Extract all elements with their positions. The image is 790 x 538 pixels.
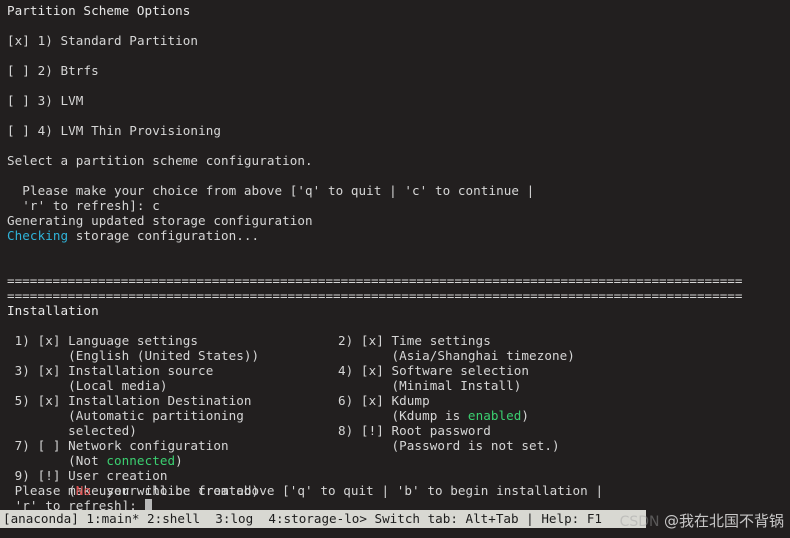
user-status-no: No — [75, 483, 92, 498]
menu-item-installation-destination[interactable]: 5) [x] Installation Destination — [7, 393, 259, 408]
log-checking-keyword: Checking — [7, 228, 69, 243]
partition-option-3[interactable]: [ ] 3) LVM — [0, 93, 790, 108]
installation-menu-right-column[interactable]: 2) [x] Time settings (Asia/Shanghai time… — [338, 333, 575, 453]
partition-option-4[interactable]: [ ] 4) LVM Thin Provisioning — [0, 123, 790, 138]
menu-item-time-settings[interactable]: 2) [x] Time settings — [338, 333, 575, 348]
partition-option-3-label: 3) LVM — [37, 93, 84, 108]
log-checking-rest: storage configuration... — [68, 228, 260, 243]
partition-dialog-title: Partition Scheme Options — [7, 3, 191, 18]
network-status-connected: connected — [106, 453, 176, 468]
menu-item-installation-source-value: (Local media) — [7, 378, 168, 393]
separator-line-top: ========================================… — [7, 273, 743, 288]
partition-option-2-checkbox[interactable]: [ ] — [7, 63, 30, 78]
menu-item-language-settings-value: (English (United States)) — [7, 348, 260, 363]
menu-item-root-password[interactable]: 8) [!] Root password — [338, 423, 575, 438]
kdump-status-enabled: enabled — [467, 408, 522, 423]
partition-option-2-label: 2) Btrfs — [37, 63, 99, 78]
menu-item-time-settings-value: (Asia/Shanghai timezone) — [338, 348, 575, 363]
network-value-prefix: (Not — [7, 453, 107, 468]
menu-item-software-selection[interactable]: 4) [x] Software selection — [338, 363, 575, 378]
separator-line-bottom: ========================================… — [7, 288, 743, 303]
menu-item-network-configuration[interactable]: 7) [ ] Network configuration — [7, 438, 259, 453]
menu-item-network-configuration-value: (Not connected) — [7, 453, 259, 468]
menu-item-installation-source[interactable]: 3) [x] Installation source — [7, 363, 259, 378]
user-value-suffix: user will be created) — [91, 483, 260, 498]
section-title-installation: Installation — [7, 303, 99, 318]
partition-option-1-label: 1) Standard Partition — [37, 33, 199, 48]
partition-prompt-line-2[interactable]: 'r' to refresh]: c — [0, 198, 790, 213]
menu-item-user-creation-value: (No user will be created) — [7, 483, 259, 498]
menu-item-installation-destination-value-2: selected) — [7, 423, 137, 438]
watermark-handle: @我在北国不背锅 — [663, 512, 784, 530]
menu-item-root-password-value: (Password is not set.) — [338, 438, 560, 453]
menu-item-kdump[interactable]: 6) [x] Kdump — [338, 393, 575, 408]
log-line-generating: Generating updated storage configuration — [7, 213, 313, 228]
terminal-output[interactable]: Partition Scheme Options [x] 1) Standard… — [0, 0, 790, 513]
partition-instruction: Select a partition scheme configuration. — [7, 153, 313, 168]
menu-item-kdump-value: (Kdump is enabled) — [338, 408, 575, 423]
installation-menu[interactable]: 1) [x] Language settings (English (Unite… — [0, 333, 790, 498]
installation-menu-left-column[interactable]: 1) [x] Language settings (English (Unite… — [7, 333, 260, 498]
menu-item-installation-destination-value-1: (Automatic partitioning — [7, 408, 244, 423]
menu-item-user-creation[interactable]: 9) [!] User creation — [7, 468, 259, 483]
partition-prompt-line-1: Please make your choice from above ['q' … — [7, 183, 535, 198]
terminal-screen: Partition Scheme Options [x] 1) Standard… — [0, 0, 790, 538]
partition-option-1[interactable]: [x] 1) Standard Partition — [0, 33, 790, 48]
partition-option-4-label: 4) LVM Thin Provisioning — [37, 123, 222, 138]
menu-item-language-settings[interactable]: 1) [x] Language settings — [7, 333, 259, 348]
partition-option-1-checkbox[interactable]: [x] — [7, 33, 30, 48]
partition-option-3-checkbox[interactable]: [ ] — [7, 93, 30, 108]
menu-item-software-selection-value: (Minimal Install) — [338, 378, 522, 393]
kdump-value-suffix: ) — [521, 408, 530, 423]
user-value-prefix: ( — [7, 483, 76, 498]
partition-option-4-checkbox[interactable]: [ ] — [7, 123, 30, 138]
network-value-suffix: ) — [175, 453, 183, 468]
partition-option-2[interactable]: [ ] 2) Btrfs — [0, 63, 790, 78]
kdump-value-prefix: (Kdump is — [338, 408, 468, 423]
log-line-checking: Checking storage configuration... — [0, 228, 790, 243]
status-bar[interactable]: [anaconda] 1:main* 2:shell 3:log 4:stora… — [0, 510, 646, 528]
